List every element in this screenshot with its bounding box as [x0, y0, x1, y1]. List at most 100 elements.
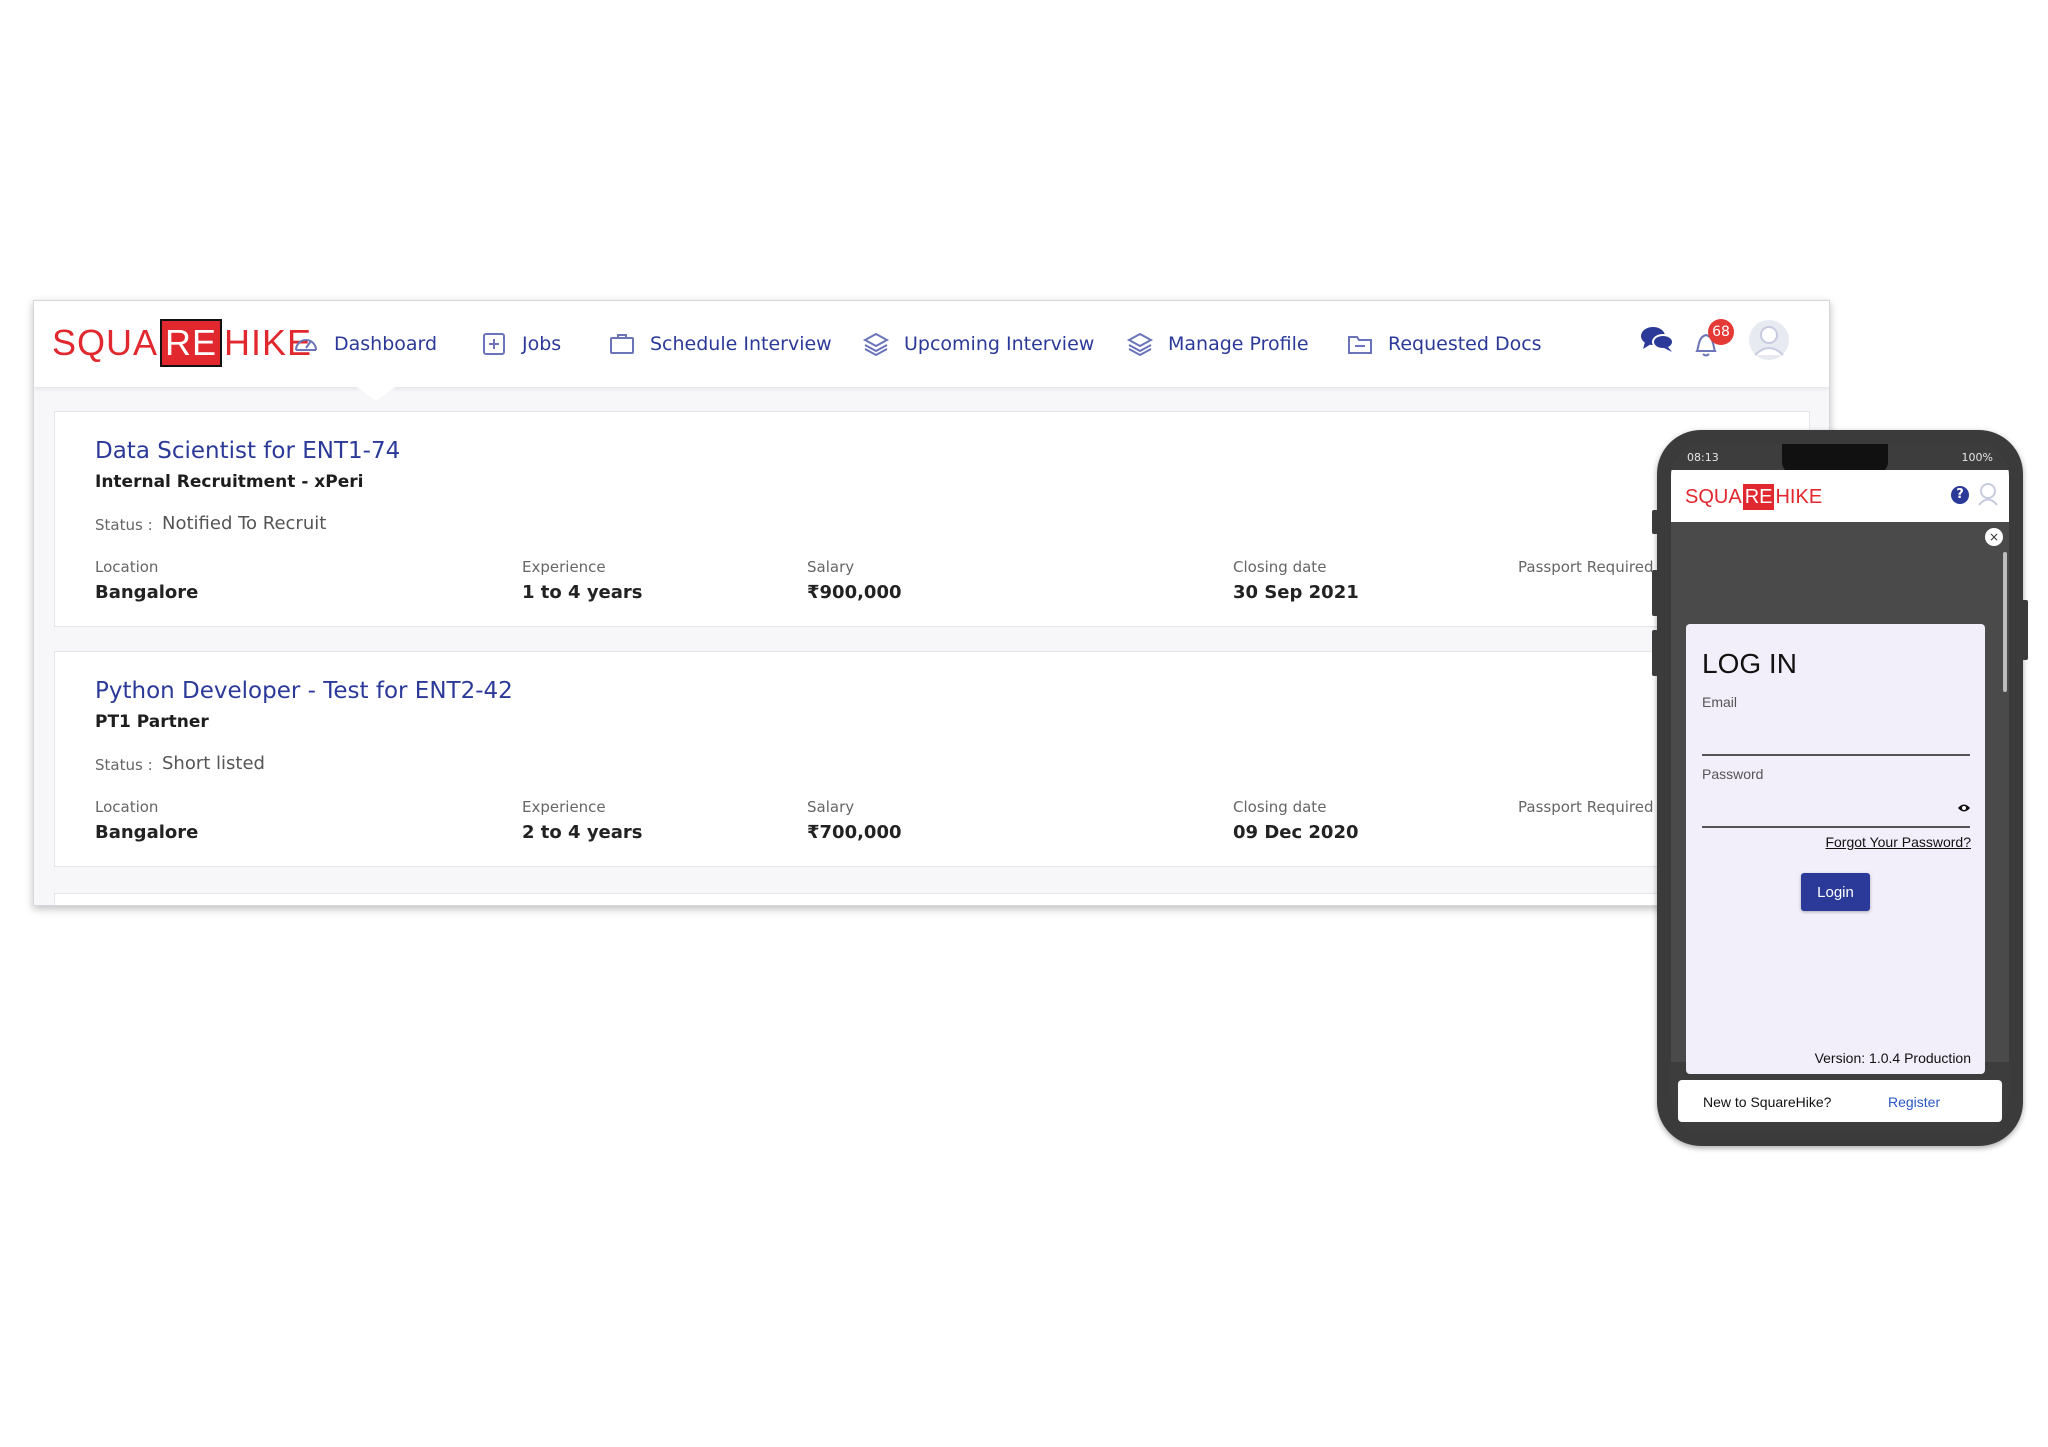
job-experience-value: 2 to 4 years: [522, 822, 643, 843]
job-location-label: Location: [95, 558, 159, 576]
close-icon[interactable]: ×: [1985, 528, 2003, 546]
job-closing-value: 09 Dec 2020: [1233, 822, 1359, 843]
briefcase-icon: [610, 334, 634, 354]
chat-button[interactable]: [1640, 325, 1674, 359]
job-closing-label: Closing date: [1233, 798, 1327, 816]
logo-text-highlight: RE: [160, 319, 223, 367]
job-experience-label: Experience: [522, 558, 606, 576]
login-title: LOG IN: [1702, 648, 1797, 679]
job-company: Internal Recruitment - xPeri: [95, 472, 364, 492]
desktop-app-window: SQUA RE HIKE Dashboard Jobs Schedule Inter…: [33, 300, 1830, 906]
forgot-password-link[interactable]: Forgot Your Password?: [1825, 834, 1971, 850]
layers-icon: [862, 332, 890, 357]
register-question: New to SquareHike?: [1703, 1094, 1832, 1110]
job-location-value: Bangalore: [95, 822, 199, 843]
mobile-user-avatar[interactable]: [1977, 482, 1999, 510]
job-closing-label: Closing date: [1233, 558, 1327, 576]
job-title-link[interactable]: Data Scientist for ENT1-74: [95, 438, 400, 464]
job-passport-label: Passport Required: [1518, 798, 1654, 816]
job-salary-value: ₹700,000: [807, 822, 902, 843]
job-title-link[interactable]: Python Developer - Test for ENT2-42: [95, 678, 513, 704]
user-avatar[interactable]: [1748, 319, 1790, 365]
jobs-plus-icon: [483, 333, 505, 355]
job-location: Location Bangalore: [95, 558, 198, 603]
nav-manage-profile[interactable]: Manage Profile: [1126, 325, 1309, 363]
nav-upcoming-interview[interactable]: Upcoming Interview: [862, 325, 1094, 363]
app-version: Version: 1.0.4 Production: [1814, 1050, 1971, 1066]
nav-requested-docs[interactable]: Requested Docs: [1346, 325, 1542, 363]
logo-text-left: SQUA: [1685, 485, 1742, 508]
email-field[interactable]: [1702, 728, 1952, 752]
nav-schedule-interview-label: Schedule Interview: [650, 333, 832, 355]
email-label: Email: [1702, 694, 1738, 710]
nav-dashboard[interactable]: Dashboard: [292, 325, 437, 363]
job-closing-value: 30 Sep 2021: [1233, 582, 1359, 603]
job-company: PT1 Partner: [95, 712, 209, 732]
mobile-app-header: SQUA RE HIKE ?: [1671, 470, 2009, 522]
nav-upcoming-interview-label: Upcoming Interview: [904, 333, 1095, 355]
job-closing-date: Closing date 30 Sep 2021: [1233, 558, 1359, 603]
job-closing-date: Closing date 09 Dec 2020: [1233, 798, 1359, 843]
login-form-card: LOG IN Email Password Forgot Your Passwo…: [1686, 624, 1985, 1074]
job-status-label: Status :: [95, 516, 153, 534]
password-label: Password: [1702, 766, 1764, 782]
squarehike-logo[interactable]: SQUA RE HIKE: [52, 319, 312, 367]
job-salary: Salary ₹900,000: [807, 558, 902, 603]
job-status-value: Notified To Recruit: [162, 513, 327, 534]
folder-icon: [1348, 336, 1372, 354]
nav-manage-profile-label: Manage Profile: [1168, 333, 1309, 355]
job-experience: Experience 1 to 4 years: [522, 558, 643, 603]
nav-jobs[interactable]: Jobs: [480, 325, 561, 363]
job-experience: Experience 2 to 4 years: [522, 798, 643, 843]
phone-volume-button: [1652, 630, 1658, 676]
nav-dashboard-label: Dashboard: [334, 333, 438, 355]
phone-volume-button: [1652, 570, 1658, 616]
password-field-underline: [1702, 826, 1970, 828]
job-status-label: Status :: [95, 756, 153, 774]
notification-count-badge: 68: [1708, 319, 1734, 345]
job-location-label: Location: [95, 798, 159, 816]
show-password-eye-icon[interactable]: [1957, 798, 1971, 817]
job-passport: Passport Required: [1518, 798, 1653, 816]
job-passport-label: Passport Required: [1518, 558, 1654, 576]
phone-power-button: [2022, 600, 2028, 660]
job-card[interactable]: Data Scientist for ENT1-74 Internal Recr…: [54, 411, 1810, 627]
email-field-underline: [1702, 754, 1970, 756]
dashboard-gauge-icon: [295, 339, 317, 351]
logo-text-highlight: RE: [1742, 484, 1775, 510]
nav-jobs-label: Jobs: [522, 333, 562, 355]
mobile-squarehike-logo: SQUA RE HIKE: [1685, 484, 1822, 510]
phone-side-button: [1652, 510, 1658, 534]
status-time: 08:13: [1687, 451, 1719, 464]
user-avatar-icon: [1749, 320, 1789, 360]
password-field[interactable]: [1702, 800, 1952, 824]
overlay-scrollbar[interactable]: [2003, 552, 2007, 692]
status-battery: 100%: [1961, 451, 1993, 464]
job-salary-label: Salary: [807, 798, 855, 816]
job-location: Location Bangalore: [95, 798, 198, 843]
top-navigation-bar: SQUA RE HIKE Dashboard Jobs Schedule Inter…: [34, 301, 1829, 387]
help-icon[interactable]: ?: [1951, 486, 1969, 504]
job-experience-value: 1 to 4 years: [522, 582, 643, 603]
nav-schedule-interview[interactable]: Schedule Interview: [608, 325, 832, 363]
phone-screen: 08:13 100% SQUA RE HIKE ? × LOG IN Email P…: [1671, 444, 2009, 1132]
job-salary-value: ₹900,000: [807, 582, 902, 603]
job-salary-label: Salary: [807, 558, 855, 576]
job-location-value: Bangalore: [95, 582, 199, 603]
job-experience-label: Experience: [522, 798, 606, 816]
logo-text-right: HIKE: [1775, 485, 1823, 508]
logo-text-left: SQUA: [52, 322, 159, 363]
mobile-phone-frame: 08:13 100% SQUA RE HIKE ? × LOG IN Email P…: [1652, 430, 2028, 1146]
job-passport: Passport Required: [1518, 558, 1653, 576]
job-card-partial: [54, 893, 1810, 905]
login-button[interactable]: Login: [1801, 873, 1870, 911]
job-status-value: Short listed: [162, 753, 265, 774]
chat-bubbles-icon: [1641, 327, 1674, 352]
layers-icon: [1126, 332, 1154, 357]
notifications-button[interactable]: 68: [1692, 319, 1734, 363]
active-nav-indicator: [354, 385, 398, 401]
job-card[interactable]: Python Developer - Test for ENT2-42 PT1 …: [54, 651, 1810, 867]
register-link[interactable]: Register: [1888, 1094, 1940, 1110]
modal-overlay: × LOG IN Email Password Forgot Your Pass…: [1671, 522, 2009, 1074]
user-avatar-icon: [1978, 483, 1998, 506]
